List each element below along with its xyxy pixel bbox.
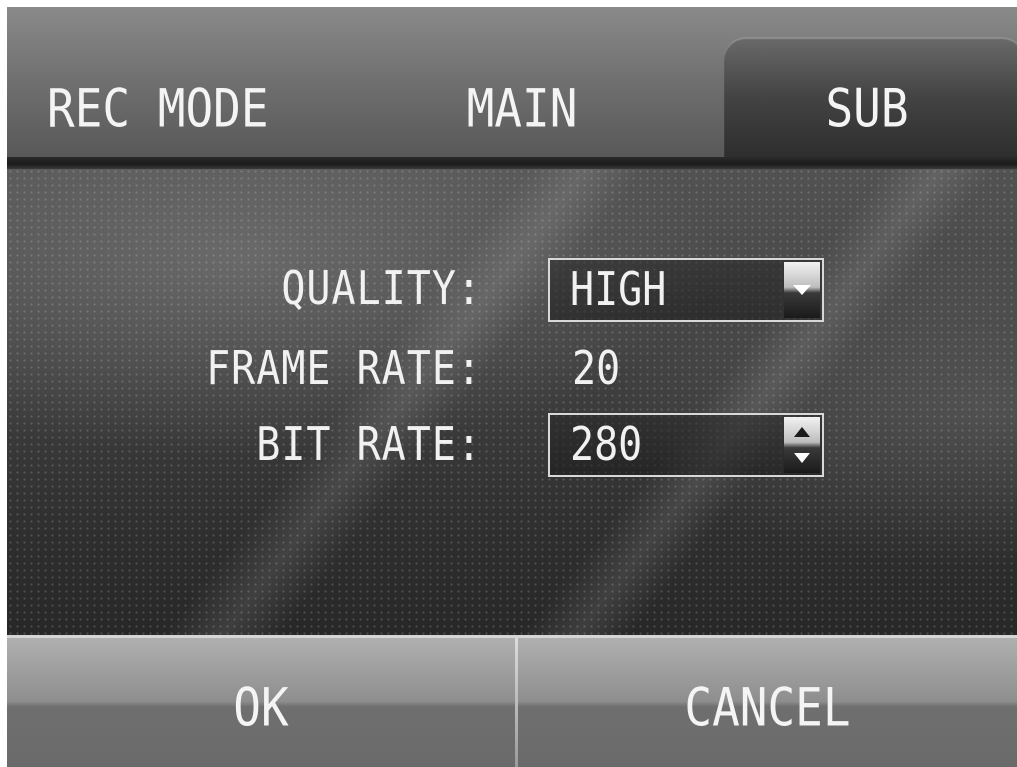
bit-rate-value: 280: [570, 418, 643, 472]
arrow-up-icon: [794, 427, 810, 437]
quality-value: HIGH: [570, 263, 667, 317]
bit-rate-spinner[interactable]: 280: [548, 413, 824, 477]
rec-mode-screen: REC MODE MAIN SUB QUALITY: HIGH FRAME RA…: [7, 7, 1017, 767]
tab-main[interactable]: MAIN: [437, 72, 607, 143]
bit-rate-spin-button[interactable]: [784, 417, 820, 473]
arrow-down-icon: [794, 453, 810, 463]
chevron-down-icon: [793, 285, 811, 295]
cancel-button[interactable]: CANCEL: [518, 638, 1017, 767]
frame-rate-value: 20: [572, 342, 621, 396]
tab-bar-divider: [7, 157, 1017, 169]
frame-rate-label: FRAME RATE:: [206, 342, 482, 396]
ok-button-label: OK: [233, 675, 289, 739]
ok-button[interactable]: OK: [7, 638, 515, 767]
quality-label: QUALITY:: [281, 262, 482, 316]
tab-rec-mode: REC MODE: [47, 76, 269, 140]
cancel-button-label: CANCEL: [684, 675, 851, 739]
quality-dropdown-button[interactable]: [784, 262, 820, 318]
button-bar: OK CANCEL: [7, 635, 1017, 767]
quality-select[interactable]: HIGH: [548, 258, 824, 322]
bit-rate-label: BIT RATE:: [256, 418, 482, 472]
tab-sub[interactable]: SUB: [797, 72, 937, 143]
